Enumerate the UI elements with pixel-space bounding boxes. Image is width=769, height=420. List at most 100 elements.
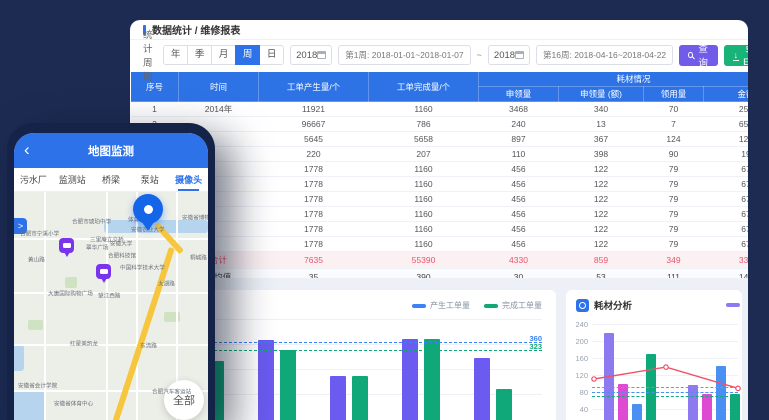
period-option-年[interactable]: 年 xyxy=(163,45,188,65)
table-cell: 122 xyxy=(559,207,644,222)
sub-column-header: 金额 xyxy=(704,87,749,102)
phone-title: 地图监测 xyxy=(88,143,134,159)
table-cell: 79 xyxy=(644,177,704,192)
query-button[interactable]: 查询 xyxy=(679,45,718,66)
map-label: 太湖路 xyxy=(158,280,175,288)
period-label: 统计周期: xyxy=(143,27,155,83)
table-row: 6177811604561227967 xyxy=(131,177,749,192)
table-cell: 456 xyxy=(479,222,559,237)
table-cell: 1160 xyxy=(369,207,479,222)
table-cell: 67 xyxy=(704,222,749,237)
table-cell: 79 xyxy=(644,192,704,207)
table-cell: 250 xyxy=(704,102,749,117)
y-tick-label: 160 xyxy=(568,354,588,363)
phone-tab-桥梁[interactable]: 桥梁 xyxy=(92,168,131,191)
phone-tab-泵站[interactable]: 泵站 xyxy=(130,168,169,191)
week-to-input[interactable]: 第16周: 2018-04-16~2018-04-22 xyxy=(536,45,673,65)
table-cell: 79 xyxy=(644,162,704,177)
table-cell: 456 xyxy=(479,207,559,222)
filter-bar: 统计周期: 年季月周日 2018 第1周: 2018-01-01~2018-01… xyxy=(130,42,748,68)
legend-pill xyxy=(484,304,498,308)
camera-marker-icon[interactable] xyxy=(96,264,111,279)
year-to-select[interactable]: 2018 xyxy=(488,45,530,65)
table-cell: 1160 xyxy=(369,192,479,207)
table-cell: 55390 xyxy=(369,252,479,269)
table-row: 296667786240137650 xyxy=(131,117,749,132)
query-button-label: 查询 xyxy=(698,41,709,69)
phone-tab-摄像头[interactable]: 摄像头 xyxy=(169,168,208,191)
export-excel-button[interactable]: ↓ 导出Excel xyxy=(724,45,748,66)
table-cell: 1778 xyxy=(259,177,369,192)
table-cell: 67 xyxy=(704,192,749,207)
year-from-select[interactable]: 2018 xyxy=(290,45,332,65)
camera-marker-icon[interactable] xyxy=(59,238,74,253)
all-button[interactable]: 全部 xyxy=(164,380,204,420)
legend-pill-clipped xyxy=(726,303,740,307)
period-option-月[interactable]: 月 xyxy=(211,45,236,65)
legend-label: 完成工单量 xyxy=(502,300,542,311)
bar-completed xyxy=(424,339,440,420)
map-label: 合肥汽车客运站 xyxy=(152,388,191,396)
search-icon xyxy=(688,52,692,58)
table-cell: 4330 xyxy=(479,252,559,269)
period-option-季[interactable]: 季 xyxy=(187,45,212,65)
chart-title-icon xyxy=(576,299,589,312)
main-panel: 数据统计 / 维修报表 统计周期: 年季月周日 2018 第1周: 2018-0… xyxy=(130,20,748,420)
table-cell: 67 xyxy=(704,177,749,192)
download-icon: ↓ xyxy=(733,50,740,61)
map-view[interactable]: > 全部 合肥市琥珀中学体育场安徽农业大学安徽省博物馆三里庵立交桥合肥市宁溪小学… xyxy=(14,192,208,420)
calendar-icon xyxy=(515,51,524,59)
table-row: 9177811604561227967 xyxy=(131,222,749,237)
table-cell: 67 xyxy=(704,162,749,177)
table-cell: 456 xyxy=(479,192,559,207)
map-label: 翠华广场 xyxy=(86,244,108,252)
breadcrumb: 数据统计 / 维修报表 xyxy=(130,20,748,40)
markline-label: 323 xyxy=(529,342,542,351)
sub-column-header: 领用量 xyxy=(644,87,704,102)
phone-tab-bar: 污水厂监测站桥梁泵站摄像头 xyxy=(14,168,208,192)
table-cell: 786 xyxy=(369,117,479,132)
legend-item[interactable]: 完成工单量 xyxy=(484,300,542,311)
table-cell: 456 xyxy=(479,162,559,177)
table-cell: 13 xyxy=(559,117,644,132)
back-icon[interactable]: ‹ xyxy=(24,141,30,158)
table-cell: 1778 xyxy=(259,192,369,207)
period-option-日[interactable]: 日 xyxy=(259,45,284,65)
table-cell: 240 xyxy=(479,117,559,132)
breadcrumb-text: 数据统计 / 维修报表 xyxy=(152,22,240,37)
chart-title: 耗材分析 xyxy=(594,298,632,312)
table-cell: 122 xyxy=(559,162,644,177)
trend-line xyxy=(592,324,738,420)
table-body: 12014年1192111603468340702502966677862401… xyxy=(131,102,749,286)
year-to-value: 2018 xyxy=(494,50,515,61)
location-pin-icon[interactable] xyxy=(133,194,163,224)
period-segmented-control: 年季月周日 xyxy=(163,45,284,65)
map-label: 东流路 xyxy=(140,342,157,350)
map-label: 合肥市宁溪小学 xyxy=(20,230,59,238)
table-cell: 129 xyxy=(704,132,749,147)
table-cell: 330 xyxy=(704,252,749,269)
week-from-input[interactable]: 第1周: 2018-01-01~2018-01-07 xyxy=(338,45,470,65)
phone-tab-监测站[interactable]: 监测站 xyxy=(53,168,92,191)
period-option-周[interactable]: 周 xyxy=(235,45,260,65)
table-cell: 122 xyxy=(559,222,644,237)
legend-item[interactable]: 产生工单量 xyxy=(412,300,470,311)
table-cell: 79 xyxy=(644,237,704,252)
table-cell: 398 xyxy=(559,147,644,162)
bar-completed xyxy=(280,350,296,420)
table-cell: 124 xyxy=(644,132,704,147)
table-cell: 1160 xyxy=(369,102,479,117)
chart-header: 耗材分析 xyxy=(576,298,632,312)
phone-tab-污水厂[interactable]: 污水厂 xyxy=(14,168,53,191)
table-cell: 1160 xyxy=(369,237,479,252)
table-cell: 19 xyxy=(704,147,749,162)
map-label: 红星美凯龙 xyxy=(70,340,98,348)
map-water xyxy=(14,345,24,371)
table-cell: 340 xyxy=(559,102,644,117)
table-cell: 67 xyxy=(704,207,749,222)
report-table: 序号时间工单产生量/个工单完成量/个耗材情况申领量申领量 (额)领用量金额120… xyxy=(130,71,748,286)
table-cell: 96667 xyxy=(259,117,369,132)
table-cell: 367 xyxy=(559,132,644,147)
phone-mockup: ‹ 地图监测 污水厂监测站桥梁泵站摄像头 > 全部 合肥市琥珀中学体育场安徽农业… xyxy=(7,123,215,420)
report-table-wrap: 序号时间工单产生量/个工单完成量/个耗材情况申领量申领量 (额)领用量金额120… xyxy=(130,71,748,286)
